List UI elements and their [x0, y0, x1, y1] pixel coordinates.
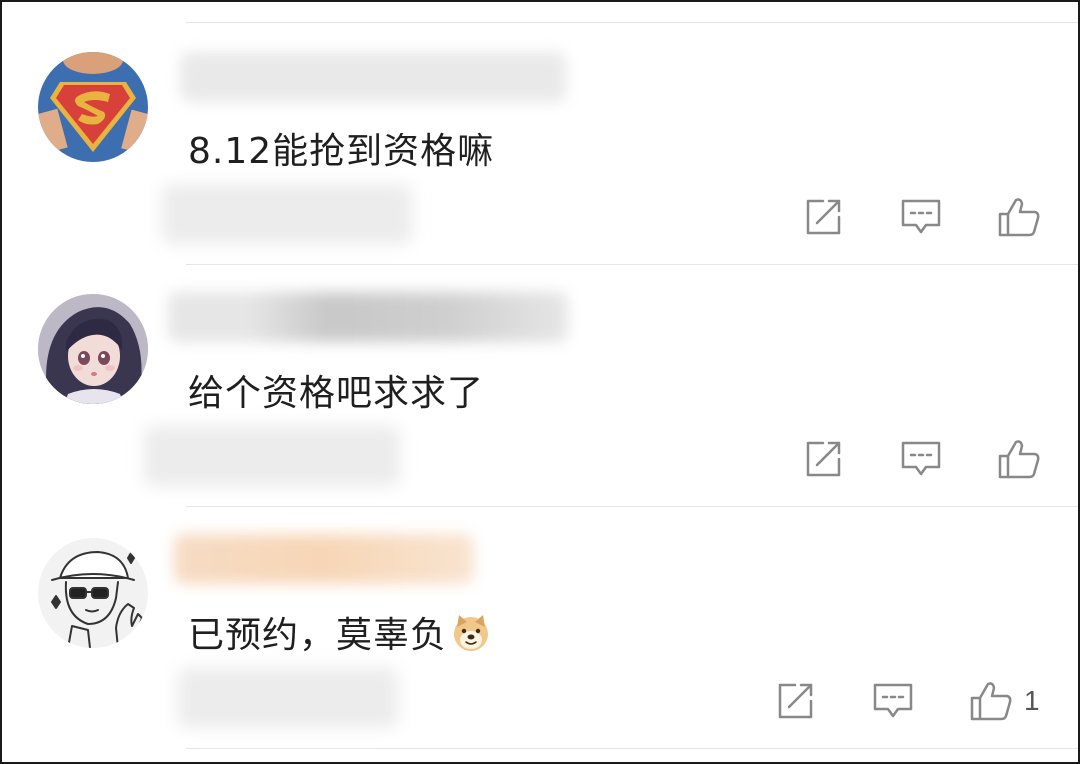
comment-icon[interactable] [868, 676, 918, 726]
comment-item: 给个资格吧求求了 [2, 266, 1078, 506]
thumbs-up-icon[interactable] [966, 676, 1016, 726]
like-count: 1 [1024, 685, 1040, 716]
thumbs-up-icon[interactable] [994, 192, 1044, 242]
timestamp-redacted [144, 426, 400, 486]
username-redacted [174, 534, 474, 584]
comment-icon[interactable] [896, 434, 946, 484]
username-redacted [180, 52, 566, 102]
username-redacted [168, 292, 568, 342]
comment-text-content: 已预约，莫辜负 [188, 615, 448, 656]
superman-avatar[interactable] [38, 52, 148, 162]
timestamp-redacted [178, 668, 398, 728]
share-icon[interactable] [770, 676, 820, 726]
share-icon[interactable] [798, 434, 848, 484]
timestamp-redacted [162, 184, 412, 244]
thumbs-up-icon[interactable] [994, 434, 1044, 484]
comment-icon[interactable] [896, 192, 946, 242]
comment-item: 已预约，莫辜负 1 [2, 508, 1078, 748]
divider [186, 264, 1078, 265]
comment-text: 8.12能抢到资格嘛 [188, 131, 495, 172]
comment-item: 8.12能抢到资格嘛 [2, 24, 1078, 264]
comment-list: 8.12能抢到资格嘛 给个资格吧求求了 已预约，莫辜负 1 [0, 0, 1080, 764]
comment-actions: 1 [770, 676, 1040, 726]
anime-girl-avatar[interactable] [38, 294, 148, 404]
share-icon[interactable] [798, 192, 848, 242]
divider [186, 22, 1078, 23]
doge-emoji-icon [451, 613, 491, 653]
comment-actions [798, 434, 1052, 484]
comment-actions [798, 192, 1052, 242]
divider [186, 748, 1078, 749]
divider [186, 506, 1078, 507]
comment-text: 已预约，莫辜负 [188, 606, 491, 658]
sketch-cap-sunglasses-avatar[interactable] [38, 538, 148, 648]
comment-text: 给个资格吧求求了 [188, 373, 485, 414]
